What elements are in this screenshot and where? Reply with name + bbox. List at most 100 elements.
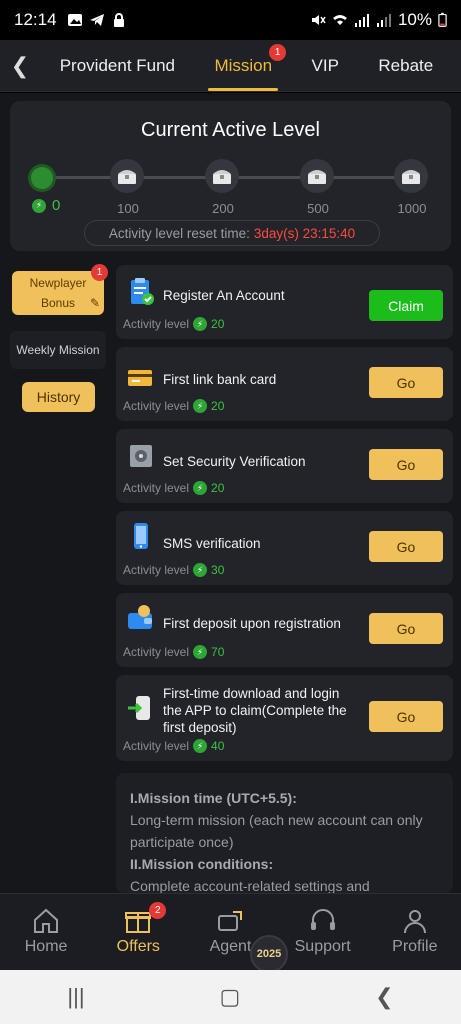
lightning-coin-icon: ⚡ (193, 739, 208, 753)
mission-rules: I.Mission time (UTC+5.5): Long-term miss… (116, 773, 453, 893)
reset-time: Activity level reset time: 3day(s) 23:15… (84, 220, 380, 246)
mission-badge: 1 (269, 43, 287, 61)
reset-countdown: 3day(s) 23:15:40 (253, 225, 356, 241)
tab-bar: Provident Fund Mission 1 VIP Rebate (40, 40, 461, 92)
wifi-icon (332, 15, 347, 25)
clipboard-check-icon (131, 278, 154, 305)
mission-list: Register An Account Activity level ⚡ 20 Cl… (116, 265, 453, 769)
user-icon (403, 910, 426, 934)
mission-activity: Activity level ⚡ 20 (123, 481, 225, 495)
mission-card: Register An Account Activity level ⚡ 20 Cl… (116, 265, 453, 339)
milestone-label: 200 (212, 201, 234, 216)
tab-vip[interactable]: VIP (306, 40, 345, 92)
mission-activity: Activity level ⚡ 20 (123, 317, 225, 331)
sidebar-newplayer-bonus[interactable]: Newplayer Bonus 1 ✎ (12, 264, 108, 315)
rules-text: Long-term mission (each new account can … (130, 812, 423, 850)
rules-heading: I.Mission time (UTC+5.5): (130, 790, 297, 806)
home-circle-icon[interactable]: ▢ (219, 984, 240, 1010)
smartphone-icon (134, 523, 148, 549)
lightning-coin-icon: ⚡ (193, 481, 208, 495)
mission-card: First-time download and login the APP to… (116, 675, 453, 761)
pencil-icon: ✎ (89, 296, 100, 310)
agent-icon (218, 911, 243, 931)
milestone-label: 500 (307, 201, 329, 216)
lightning-coin-icon: ⚡ (193, 399, 208, 413)
mission-activity: Activity level ⚡ 40 (123, 739, 225, 753)
rules-text: Complete account-related settings and (130, 878, 370, 893)
chest-1000-icon[interactable] (394, 159, 428, 193)
bottom-navigation: Home Offers 2 Agent Support Profile (0, 893, 461, 970)
mission-card: First link bank card Activity level ⚡ 20 G… (116, 347, 453, 421)
signal-icon (354, 14, 369, 27)
battery-percent: 10% (397, 10, 432, 29)
mission-card: Set Security Verification Activity level… (116, 429, 453, 503)
sidebar-weekly-mission[interactable]: Weekly Mission (10, 331, 106, 369)
offers-badge: 2 (149, 902, 167, 919)
lightning-coin-icon: ⚡ (193, 317, 208, 331)
home-icon (34, 908, 59, 933)
status-time: 12:14 (14, 10, 57, 29)
level-start-node (31, 167, 53, 189)
headset-icon (310, 909, 335, 930)
back-arrow-icon[interactable]: ❮ (375, 984, 393, 1010)
system-navigation: ||| ▢ ❮ (0, 970, 461, 1024)
nav-profile[interactable]: Profile (375, 906, 455, 956)
nav-home[interactable]: Home (6, 906, 86, 956)
tab-provident-fund[interactable]: Provident Fund (54, 40, 181, 92)
go-button[interactable]: Go (369, 449, 443, 480)
active-level-card: Current Active Level ⚡ 0 100 200 500 1000… (10, 101, 451, 251)
lightning-coin-icon: ⚡ (193, 645, 208, 659)
mute-icon (311, 15, 326, 25)
mission-card: First deposit upon registration Activity… (116, 593, 453, 667)
chest-100-icon[interactable] (110, 159, 144, 193)
status-notification-icons (67, 13, 127, 27)
mission-activity: Activity level ⚡ 20 (123, 399, 225, 413)
mission-activity: Activity level ⚡ 30 (123, 563, 225, 577)
milestone-label: 100 (117, 201, 139, 216)
recent-apps-icon[interactable]: ||| (67, 984, 84, 1010)
image-icon (67, 14, 82, 26)
app-download-icon (128, 696, 150, 720)
nav-support[interactable]: Support (283, 906, 363, 956)
lightning-coin-icon: ⚡ (193, 563, 208, 577)
mission-title: Register An Account (163, 288, 285, 303)
go-button[interactable]: Go (369, 531, 443, 562)
lock-icon (113, 13, 124, 27)
mission-page: Current Active Level ⚡ 0 100 200 500 1000… (0, 93, 461, 893)
mission-title: First-time download and login the APP to… (163, 686, 347, 735)
claim-button[interactable]: Claim (369, 290, 443, 321)
telegram-icon (89, 14, 104, 26)
wallet-coin-icon (128, 605, 152, 629)
badge-2025: 2025 (250, 935, 288, 973)
signal-2-icon (376, 14, 391, 27)
safe-icon (130, 445, 152, 467)
mission-title: SMS verification (163, 536, 261, 551)
tab-rebate[interactable]: Rebate (372, 40, 439, 92)
go-button[interactable]: Go (369, 367, 443, 398)
rules-heading: II.Mission conditions: (130, 856, 274, 872)
tab-mission[interactable]: Mission 1 (208, 40, 287, 92)
milestone-label: 1000 (397, 201, 427, 216)
level-title: Current Active Level (141, 119, 320, 141)
status-bar: 12:14 10% (0, 0, 461, 40)
nav-offers[interactable]: Offers 2 (98, 902, 178, 956)
mission-title: First deposit upon registration (163, 616, 341, 631)
lightning-coin-icon: ⚡ (32, 198, 46, 213)
mission-title: First link bank card (163, 372, 277, 387)
mission-activity: Activity level ⚡ 70 (123, 645, 225, 659)
mission-title: Set Security Verification (163, 454, 306, 469)
chevron-left-icon: ❮ (10, 52, 30, 78)
top-navigation: ❮ Provident Fund Mission 1 VIP Rebate (0, 40, 461, 92)
newplayer-badge: 1 (91, 264, 108, 281)
go-button[interactable]: Go (369, 613, 443, 644)
history-button[interactable]: History (22, 382, 95, 412)
bank-card-icon (128, 370, 152, 386)
go-button[interactable]: Go (369, 701, 443, 732)
back-button[interactable]: ❮ (0, 40, 40, 92)
status-right: 10% (310, 10, 447, 30)
chest-500-icon[interactable] (300, 159, 334, 193)
current-level: ⚡ 0 (32, 197, 60, 214)
mission-card: SMS verification Activity level ⚡ 30 Go (116, 511, 453, 585)
chest-200-icon[interactable] (205, 159, 239, 193)
battery-icon (438, 12, 447, 27)
